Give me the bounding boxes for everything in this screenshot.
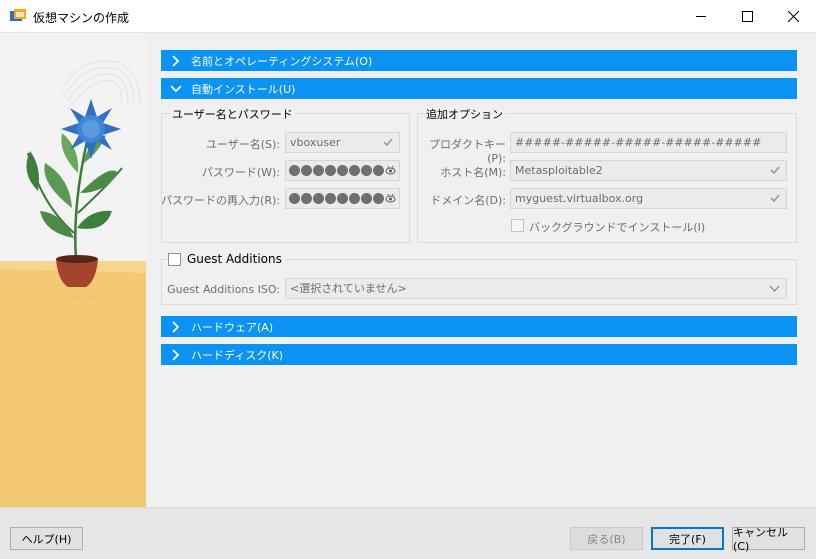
section-unattended-label: 自動インストール(U) xyxy=(191,82,296,96)
button-bar: ヘルプ(H) 戻る(B) 完了(F) キャンセル(C) xyxy=(0,507,816,559)
check-icon xyxy=(383,138,393,147)
close-icon xyxy=(787,10,799,22)
minimize-icon xyxy=(695,15,706,17)
password-label: パスワード(W): xyxy=(201,166,280,179)
chevron-right-icon xyxy=(172,320,180,333)
check-icon xyxy=(770,194,780,203)
check-icon xyxy=(770,166,780,175)
section-hard-disk-label: ハードディスク(K) xyxy=(191,348,284,362)
additional-options-group-title: 追加オプション xyxy=(424,106,505,122)
domain-field[interactable]: myguest.virtualbox.org xyxy=(510,188,787,209)
password-repeat-mask xyxy=(289,193,384,204)
wizard-illustration xyxy=(0,33,146,507)
window-title: 仮想マシンの作成 xyxy=(33,11,130,25)
guest-additions-checkbox[interactable] xyxy=(168,253,181,266)
password-mask xyxy=(289,165,384,176)
minimize-button[interactable] xyxy=(678,0,724,32)
flower-pot-illustration xyxy=(0,60,146,507)
guest-additions-iso-label: Guest Additions ISO: xyxy=(167,283,280,296)
hostname-label: ホスト名(M): xyxy=(440,166,506,179)
password-repeat-label: パスワードの再入力(R): xyxy=(161,194,280,207)
title-bar: 仮想マシンの作成 xyxy=(0,0,816,33)
password-field[interactable] xyxy=(285,160,400,181)
username-value: vboxuser xyxy=(290,136,341,149)
hostname-field[interactable]: Metasploitable2 xyxy=(510,160,787,181)
back-button[interactable]: 戻る(B) xyxy=(570,527,643,550)
cancel-button[interactable]: キャンセル(C) xyxy=(732,526,805,553)
wizard-content: 名前とオペレーティングシステム(O) 自動インストール(U) ユーザー名とパスワ… xyxy=(146,33,816,507)
chevron-down-icon xyxy=(170,84,182,92)
close-button[interactable] xyxy=(770,0,816,32)
section-unattended[interactable]: 自動インストール(U) xyxy=(161,78,797,99)
show-password-icon[interactable] xyxy=(385,165,396,176)
virtualbox-app-icon xyxy=(10,9,26,21)
section-hardware[interactable]: ハードウェア(A) xyxy=(161,316,797,337)
section-name-os-label: 名前とオペレーティングシステム(O) xyxy=(191,54,373,68)
username-label: ユーザー名(S): xyxy=(205,138,280,151)
product-key-label: プロダクトキー(P): xyxy=(429,138,506,165)
background-install-label: バックグラウンドでインストール(I) xyxy=(529,221,706,234)
section-name-os[interactable]: 名前とオペレーティングシステム(O) xyxy=(161,50,797,71)
product-key-placeholder: #####-#####-#####-#####-##### xyxy=(515,136,762,149)
chevron-down-icon xyxy=(769,285,780,292)
guest-additions-iso-select[interactable]: <選択されていません> xyxy=(285,278,787,299)
guest-additions-label: Guest Additions xyxy=(184,252,285,266)
username-field[interactable]: vboxuser xyxy=(285,132,400,153)
background-install-checkbox[interactable] xyxy=(511,219,524,232)
chevron-right-icon xyxy=(172,54,180,67)
user-password-group-title: ユーザー名とパスワード xyxy=(170,106,295,122)
hostname-value: Metasploitable2 xyxy=(515,164,603,177)
domain-label: ドメイン名(D): xyxy=(430,194,506,207)
help-button[interactable]: ヘルプ(H) xyxy=(10,527,83,550)
maximize-button[interactable] xyxy=(724,0,770,32)
domain-value: myguest.virtualbox.org xyxy=(515,192,644,205)
maximize-icon xyxy=(741,10,753,22)
product-key-field[interactable]: #####-#####-#####-#####-##### xyxy=(510,132,787,153)
guest-additions-iso-value: <選択されていません> xyxy=(290,282,407,295)
password-repeat-field[interactable] xyxy=(285,188,400,209)
section-hard-disk[interactable]: ハードディスク(K) xyxy=(161,344,797,365)
section-hardware-label: ハードウェア(A) xyxy=(191,320,274,334)
chevron-right-icon xyxy=(172,348,180,361)
finish-button[interactable]: 完了(F) xyxy=(651,527,724,550)
show-password-repeat-icon[interactable] xyxy=(385,193,396,204)
